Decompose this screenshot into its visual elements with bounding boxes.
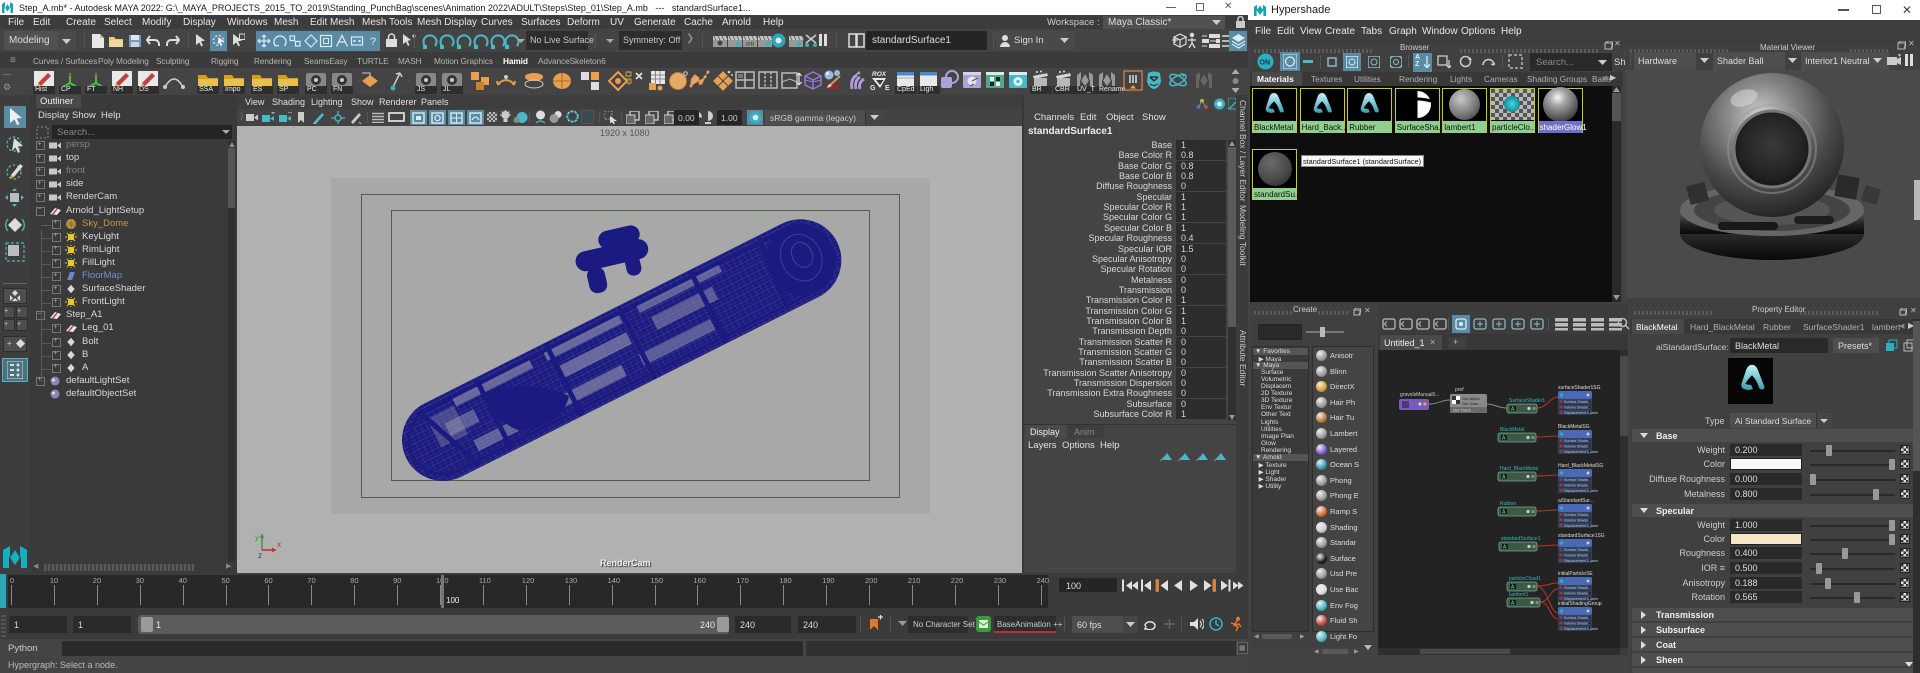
svg-text:Volume Shader: Volume Shader (1564, 483, 1589, 487)
svg-text:surfaceShader1SG: surfaceShader1SG (1558, 385, 1601, 391)
svg-text:Surface Shader: Surface Shader (1564, 616, 1590, 620)
svg-text:Out Gam...: Out Gam... (1462, 401, 1482, 406)
svg-text:BlackMetal: BlackMetal (1500, 427, 1524, 433)
svg-text:Surface Shader: Surface Shader (1564, 586, 1590, 590)
svg-text:Surface Shader: Surface Shader (1564, 439, 1590, 443)
svg-text:Displacement Shader: Displacement Shader (1564, 559, 1599, 563)
svg-text:?: ? (370, 36, 376, 48)
svg-text:Displacement Shader: Displacement Shader (1564, 489, 1599, 493)
svg-text:pref: pref (1455, 387, 1464, 393)
svg-text:Surface Shader: Surface Shader (1564, 548, 1590, 552)
svg-text:Displacement Shader: Displacement Shader (1564, 411, 1599, 415)
svg-text:SurfaceShader1: SurfaceShader1 (1509, 398, 1545, 404)
svg-text:initialParticleSE: initialParticleSE (1558, 571, 1593, 577)
svg-text:aiStandardSur...: aiStandardSur... (1558, 498, 1594, 504)
svg-text:Hard_BlackMetalSG: Hard_BlackMetalSG (1558, 463, 1603, 469)
svg-text:Hard_BlackMetal: Hard_BlackMetal (1500, 466, 1538, 472)
svg-text:Surface Shader: Surface Shader (1564, 513, 1590, 517)
svg-text:y: y (255, 533, 259, 542)
svg-text:Rubber: Rubber (1500, 501, 1517, 507)
svg-text:Surface Shader: Surface Shader (1564, 478, 1590, 482)
svg-text:ROX: ROX (872, 71, 887, 78)
svg-text:Volume Shader: Volume Shader (1564, 444, 1589, 448)
svg-text:Volume Shader: Volume Shader (1564, 591, 1589, 595)
svg-text:Displacement Shader: Displacement Shader (1564, 524, 1599, 528)
svg-text:particleCloud1: particleCloud1 (1509, 576, 1541, 582)
svg-text:z: z (258, 551, 262, 560)
svg-text:standardSurface1SG: standardSurface1SG (1558, 533, 1605, 539)
svg-text:Volume Shader: Volume Shader (1564, 621, 1589, 625)
svg-text:Out Trans...: Out Trans... (1453, 408, 1474, 413)
svg-text:x: x (277, 540, 281, 549)
svg-text:Displacement Shader: Displacement Shader (1564, 627, 1599, 631)
svg-text:Volume Shader: Volume Shader (1564, 518, 1589, 522)
svg-text:BlackMetalSG: BlackMetalSG (1558, 424, 1590, 430)
svg-text:G: G (870, 85, 876, 92)
svg-text:Surface Shader: Surface Shader (1564, 400, 1590, 404)
svg-text:Displacement Shader: Displacement Shader (1564, 450, 1599, 454)
svg-text:lambert1: lambert1 (1509, 592, 1529, 598)
svg-text:gravelsManual0...: gravelsManual0... (1400, 392, 1439, 398)
svg-text:ON: ON (1260, 60, 1271, 67)
svg-text:E: E (885, 85, 890, 92)
svg-text:initialShadingGroup: initialShadingGroup (1558, 601, 1602, 607)
svg-text:IPR: IPR (746, 42, 755, 48)
svg-text:standardSurface1: standardSurface1 (1501, 536, 1541, 542)
svg-text:Volume Shader: Volume Shader (1564, 405, 1589, 409)
svg-text:Volume Shader: Volume Shader (1564, 553, 1589, 557)
